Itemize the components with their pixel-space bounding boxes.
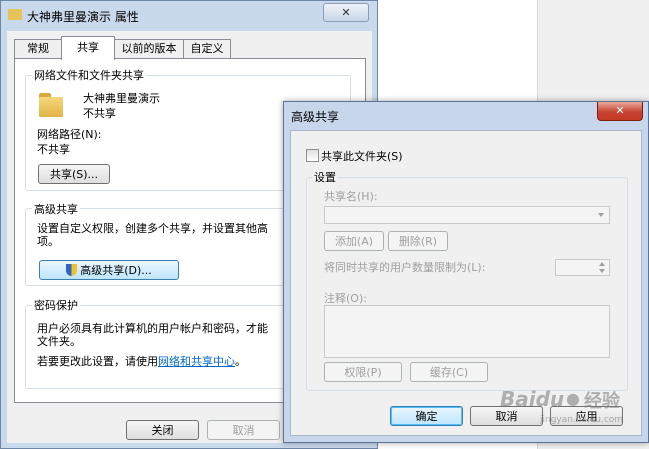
watermark-url: jingyan.baidu.com — [540, 415, 624, 425]
close-icon: ✕ — [615, 104, 625, 117]
chevron-down-icon — [598, 213, 604, 217]
comment-textarea[interactable] — [324, 305, 610, 358]
tab-previous-versions[interactable]: 以前的版本 — [114, 39, 184, 59]
advanced-description-line2: 项。 — [37, 235, 59, 248]
spinner-up-icon — [599, 262, 605, 266]
password-change-text: 若要更改此设置，请使用网络和共享中心。 — [37, 355, 246, 368]
settings-title: 设置 — [312, 169, 338, 185]
network-path-value: 不共享 — [37, 143, 70, 156]
uac-shield-icon — [66, 264, 78, 276]
share-name-label: 共享名(H): — [324, 190, 378, 203]
shared-folder-icon — [37, 91, 65, 119]
password-title: 密码保护 — [32, 297, 80, 313]
network-path-label: 网络路径(N): — [37, 128, 102, 141]
dialog-title: 高级共享 — [291, 110, 340, 124]
permissions-button[interactable]: 权限(P) — [324, 362, 402, 382]
cancel-button[interactable]: 取消 — [207, 420, 280, 440]
spinner-down-icon — [599, 269, 605, 273]
tab-general[interactable]: 常规 — [14, 39, 62, 59]
user-limit-spinner[interactable] — [555, 259, 610, 276]
close-button[interactable]: ✕ — [323, 3, 369, 22]
network-share-title: 网络文件和文件夹共享 — [32, 67, 146, 83]
tab-sharing[interactable]: 共享 — [61, 36, 115, 60]
share-folder-checkbox[interactable] — [306, 149, 319, 162]
watermark-cn: 经验 — [584, 391, 620, 412]
close-icon: ✕ — [341, 6, 351, 19]
remove-button[interactable]: 删除(R) — [388, 231, 448, 251]
add-button[interactable]: 添加(A) — [324, 231, 384, 251]
paw-icon: ● — [566, 389, 580, 408]
advanced-share-title: 高级共享 — [32, 201, 80, 217]
close-dialog-button[interactable]: 关闭 — [126, 420, 199, 440]
baidu-watermark: Baidu ● 经验 jingyan.baidu.com — [500, 383, 640, 443]
share-name-combo[interactable] — [324, 206, 610, 224]
dialog-close-button[interactable]: ✕ — [597, 102, 643, 121]
share-folder-label[interactable]: 共享此文件夹(S) — [321, 148, 403, 164]
window-title: 大神弗里曼演示 属性 — [27, 10, 139, 24]
watermark-brand: Baidu — [500, 387, 565, 411]
comment-label: 注释(O): — [324, 292, 367, 305]
tab-customize[interactable]: 自定义 — [183, 39, 231, 59]
share-state: 不共享 — [83, 107, 116, 120]
network-sharing-center-link[interactable]: 网络和共享中心 — [158, 355, 235, 368]
ok-button[interactable]: 确定 — [390, 406, 463, 426]
password-line2: 文件夹。 — [37, 335, 81, 348]
folder-icon — [8, 9, 22, 20]
advanced-share-button[interactable]: 高级共享(D)... — [39, 260, 179, 280]
folder-name: 大神弗里曼演示 — [83, 92, 160, 105]
user-limit-label: 将同时共享的用户数量限制为(L): — [324, 261, 486, 274]
caching-button[interactable]: 缓存(C) — [410, 362, 488, 382]
share-button[interactable]: 共享(S)... — [38, 164, 110, 184]
